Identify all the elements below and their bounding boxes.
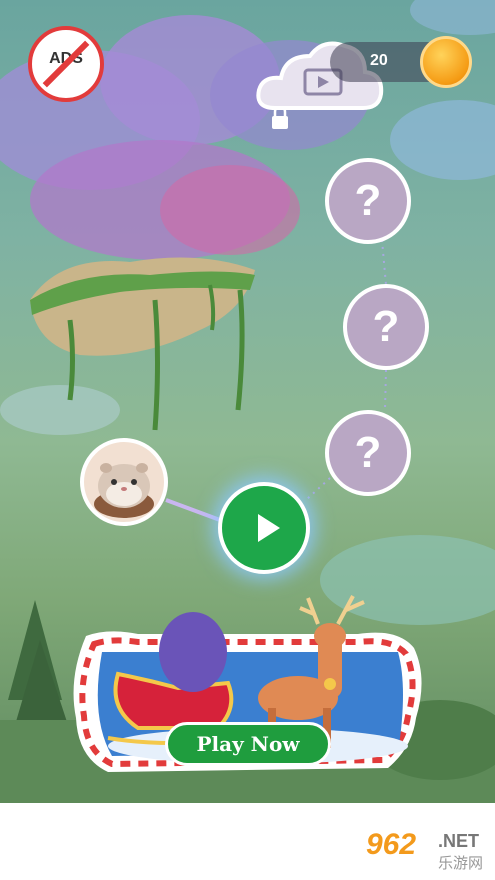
play-now-button[interactable]: Play Now	[165, 722, 331, 766]
locked-level-label: ?	[354, 176, 382, 225]
locked-level-label: ?	[354, 428, 382, 477]
locked-level-1[interactable]: ?	[325, 158, 411, 244]
watermark-subtitle: 乐游网	[438, 855, 484, 872]
lock-icon	[272, 106, 288, 129]
completed-level[interactable]	[80, 438, 168, 526]
current-level-play-button[interactable]	[218, 482, 310, 574]
game-screen: ADS 20 ? ? ?	[0, 0, 495, 803]
hamster-avatar-icon	[94, 463, 154, 518]
locked-level-2[interactable]: ?	[343, 284, 429, 370]
play-icon	[258, 514, 280, 542]
coin-icon	[420, 36, 472, 88]
watermark-number: 962	[366, 828, 417, 861]
locked-level-label: ?	[372, 302, 400, 351]
watermark-domain: .NET	[438, 831, 480, 851]
locked-level-3[interactable]: ?	[325, 410, 411, 496]
watermark: 962 .NET 乐游网	[358, 828, 488, 872]
coin-count: 20	[370, 52, 388, 69]
no-ads-button[interactable]: ADS	[28, 26, 104, 102]
